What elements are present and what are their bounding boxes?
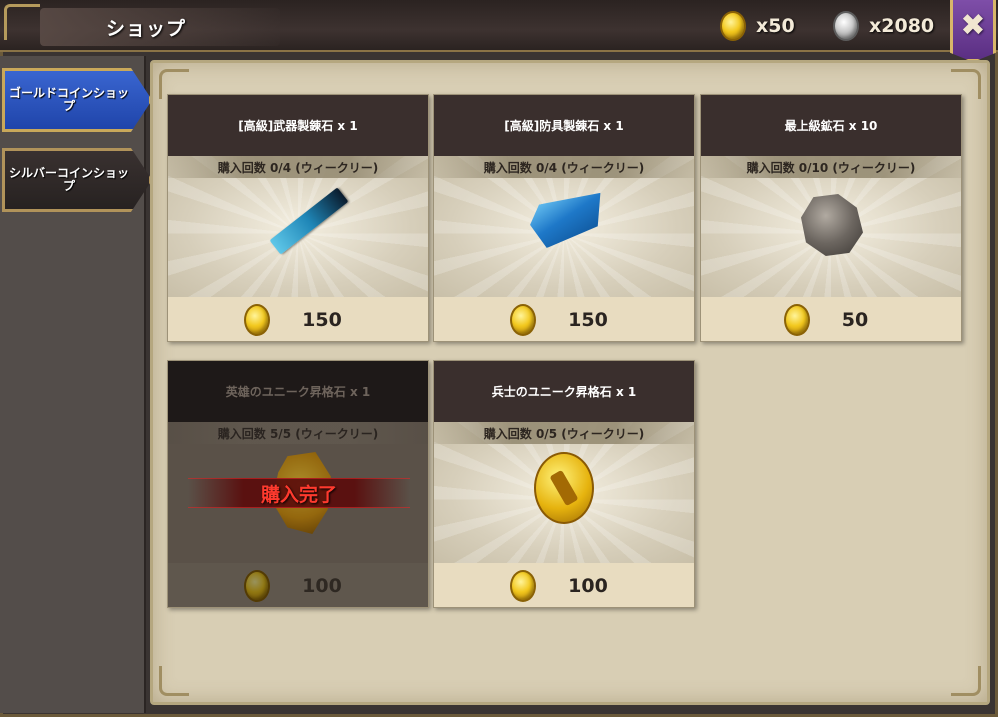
close-button[interactable]: ✖: [950, 0, 996, 62]
soldier-promotion-stone-icon: [534, 452, 594, 524]
gold-coin-icon: [783, 304, 810, 336]
gold-amount: x50: [756, 15, 795, 37]
item-display: 購入回数 0/10 (ウィークリー): [701, 156, 961, 297]
item-name: [高級]防具製錬石 x 1: [434, 95, 694, 156]
shop-item-card[interactable]: [高級]防具製錬石 x 1 購入回数 0/4 (ウィークリー) 150: [433, 94, 695, 342]
item-name: [高級]武器製錬石 x 1: [168, 95, 428, 156]
silver-amount: x2080: [869, 15, 935, 37]
silver-currency: x2080: [833, 11, 934, 41]
tab-label: シルバーコインショップ: [8, 166, 129, 193]
corner-ornament: [951, 666, 981, 696]
corner-ornament: [4, 4, 40, 40]
sold-out-banner: 購入完了: [188, 478, 410, 508]
price-button: 100: [168, 563, 428, 607]
item-name: 最上級鉱石 x 10: [701, 95, 961, 156]
header-bar: ショップ x50 x2080: [0, 0, 998, 52]
gold-coin-icon: [510, 570, 537, 602]
purchase-limit: 購入回数 0/4 (ウィークリー): [434, 156, 694, 178]
shop-item-card[interactable]: 兵士のユニーク昇格石 x 1 購入回数 0/5 (ウィークリー) 100: [433, 360, 695, 608]
item-name: 英雄のユニーク昇格石 x 1: [168, 361, 428, 422]
price-button[interactable]: 50: [701, 297, 961, 341]
corner-ornament: [159, 666, 189, 696]
item-price: 150: [302, 309, 342, 331]
item-display: 購入回数 5/5 (ウィークリー) 購入完了: [168, 422, 428, 563]
shop-item-card[interactable]: 最上級鉱石 x 10 購入回数 0/10 (ウィークリー) 50: [700, 94, 962, 342]
price-button[interactable]: 150: [168, 297, 428, 341]
shop-item-card-sold-out: 英雄のユニーク昇格石 x 1 購入回数 5/5 (ウィークリー) 購入完了 10…: [167, 360, 429, 608]
purchase-limit: 購入回数 0/4 (ウィークリー): [168, 156, 428, 178]
purchase-limit: 購入回数 5/5 (ウィークリー): [168, 422, 428, 444]
tab-silver-coin-shop[interactable]: シルバーコインショップ: [2, 148, 152, 212]
gold-coin-icon: [720, 11, 746, 41]
sidebar: ゴールドコインショップ シルバーコインショップ: [0, 56, 152, 713]
item-price: 50: [841, 309, 869, 331]
page-title: ショップ: [106, 18, 187, 40]
tab-gold-coin-shop[interactable]: ゴールドコインショップ: [2, 68, 152, 132]
item-display: 購入回数 0/4 (ウィークリー): [434, 156, 694, 297]
item-display: 購入回数 0/4 (ウィークリー): [168, 156, 428, 297]
price-button[interactable]: 100: [434, 563, 694, 607]
item-price: 100: [302, 575, 342, 597]
purchase-limit: 購入回数 0/10 (ウィークリー): [701, 156, 961, 178]
close-icon: ✖: [960, 8, 986, 43]
silver-coin-icon: [833, 11, 859, 41]
gold-coin-icon: [244, 570, 271, 602]
item-display: 購入回数 0/5 (ウィークリー): [434, 422, 694, 563]
item-price: 100: [568, 575, 608, 597]
gold-coin-icon: [510, 304, 537, 336]
item-name: 兵士のユニーク昇格石 x 1: [434, 361, 694, 422]
purchase-limit: 購入回数 0/5 (ウィークリー): [434, 422, 694, 444]
price-button[interactable]: 150: [434, 297, 694, 341]
tab-label: ゴールドコインショップ: [8, 86, 129, 113]
gold-coin-icon: [244, 304, 271, 336]
item-price: 150: [568, 309, 608, 331]
gold-currency: x50: [720, 11, 795, 41]
shop-item-card[interactable]: [高級]武器製錬石 x 1 購入回数 0/4 (ウィークリー) 150: [167, 94, 429, 342]
